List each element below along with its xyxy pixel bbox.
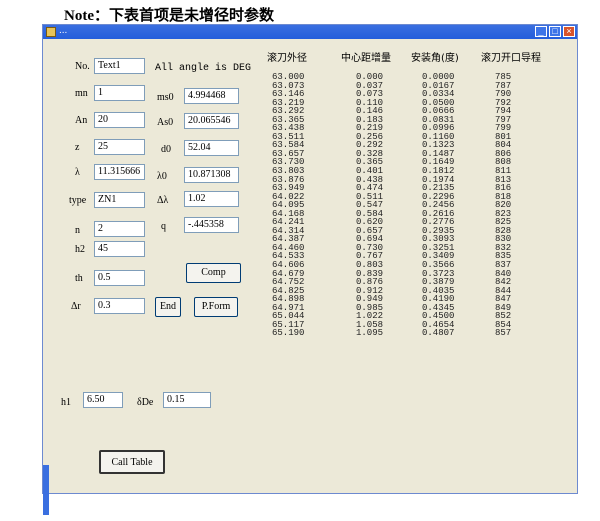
label-as0: As0: [157, 117, 174, 128]
column-hob-diameter: 63.000 63.073 63.146 63.219 63.292 63.365 63.4…: [272, 73, 304, 338]
label-q: q: [161, 221, 166, 232]
window-title: ...: [59, 25, 68, 36]
lambda0-field[interactable]: 10.871308: [184, 167, 239, 183]
label-dlambda: Δλ: [157, 195, 169, 206]
app-window: ... _ □ × No. mn An z λ type n h2 th Δr …: [42, 24, 578, 515]
column-lead: 785 787 790 792 794 797 799 801 804 806 808 811 813 8…: [495, 73, 511, 338]
dr-input[interactable]: 0.3: [94, 298, 145, 314]
label-dr: Δr: [71, 301, 81, 312]
label-n: n: [75, 225, 80, 236]
type-input[interactable]: ZN1: [94, 192, 145, 208]
no-input[interactable]: Text1: [94, 58, 145, 74]
label-type: type: [69, 195, 87, 206]
m-input[interactable]: 1: [94, 85, 145, 101]
table-cell: 857: [495, 328, 512, 339]
comp-button[interactable]: Comp: [186, 263, 241, 283]
an-input[interactable]: 20: [94, 112, 145, 128]
angle-note: All angle is DEG: [155, 63, 252, 74]
table-cell: 1.095: [356, 328, 384, 339]
end-button[interactable]: End: [155, 297, 181, 317]
h1-input[interactable]: 6.50: [83, 392, 123, 408]
z-input[interactable]: 25: [94, 139, 145, 155]
title-bar[interactable]: ... _ □ ×: [43, 25, 577, 39]
h2-input[interactable]: 45: [94, 241, 145, 257]
label-lambda: λ: [75, 167, 80, 178]
column-center-distance: 0.000 0.037 0.073 0.110 0.146 0.183 0.219 0.256…: [356, 73, 383, 338]
dlambda-field[interactable]: 1.02: [184, 191, 239, 207]
label-d0: d0: [161, 144, 171, 155]
lambda-input[interactable]: 11.315666: [94, 164, 145, 180]
label-sde: δDe: [137, 397, 154, 408]
as0-field[interactable]: 20.065546: [184, 113, 239, 129]
pform-button[interactable]: P.Form: [194, 297, 238, 317]
header-hob-diameter: 滚刀外径: [267, 53, 307, 64]
minimize-button[interactable]: _: [535, 26, 547, 37]
table-cell: 0.4807: [422, 328, 455, 339]
maximize-button[interactable]: □: [549, 26, 561, 37]
ms0-field[interactable]: 4.994468: [184, 88, 239, 104]
window-edge: [43, 465, 49, 515]
sde-input[interactable]: 0.15: [163, 392, 211, 408]
column-setting-angle: 0.0000 0.0167 0.0334 0.0500 0.0666 0.0831 0.09…: [422, 73, 454, 338]
call-table-button[interactable]: Call Table: [99, 450, 165, 474]
label-m: mn: [75, 88, 88, 99]
table-cell: 65.190: [272, 328, 305, 339]
label-h2: h2: [75, 244, 85, 255]
header-setting-angle: 安装角(度): [411, 53, 459, 64]
n-input[interactable]: 2: [94, 221, 145, 237]
header-center-distance: 中心距增量: [341, 53, 391, 64]
header-lead: 滚刀开口导程: [481, 53, 541, 64]
th-input[interactable]: 0.5: [94, 270, 145, 286]
label-th: th: [75, 273, 83, 284]
close-button[interactable]: ×: [563, 26, 575, 37]
note-caption: Note：下表首项是未增径时参数: [64, 8, 274, 24]
app-icon: [46, 27, 56, 37]
label-ms0: ms0: [157, 92, 174, 103]
d0-field[interactable]: 52.04: [184, 140, 239, 156]
label-an: An: [75, 115, 88, 126]
q-field[interactable]: -.445358: [184, 217, 239, 233]
label-h1: h1: [61, 397, 71, 408]
label-z: z: [75, 142, 80, 153]
label-no: No.: [75, 61, 90, 72]
label-lambda0: λ0: [157, 171, 167, 182]
